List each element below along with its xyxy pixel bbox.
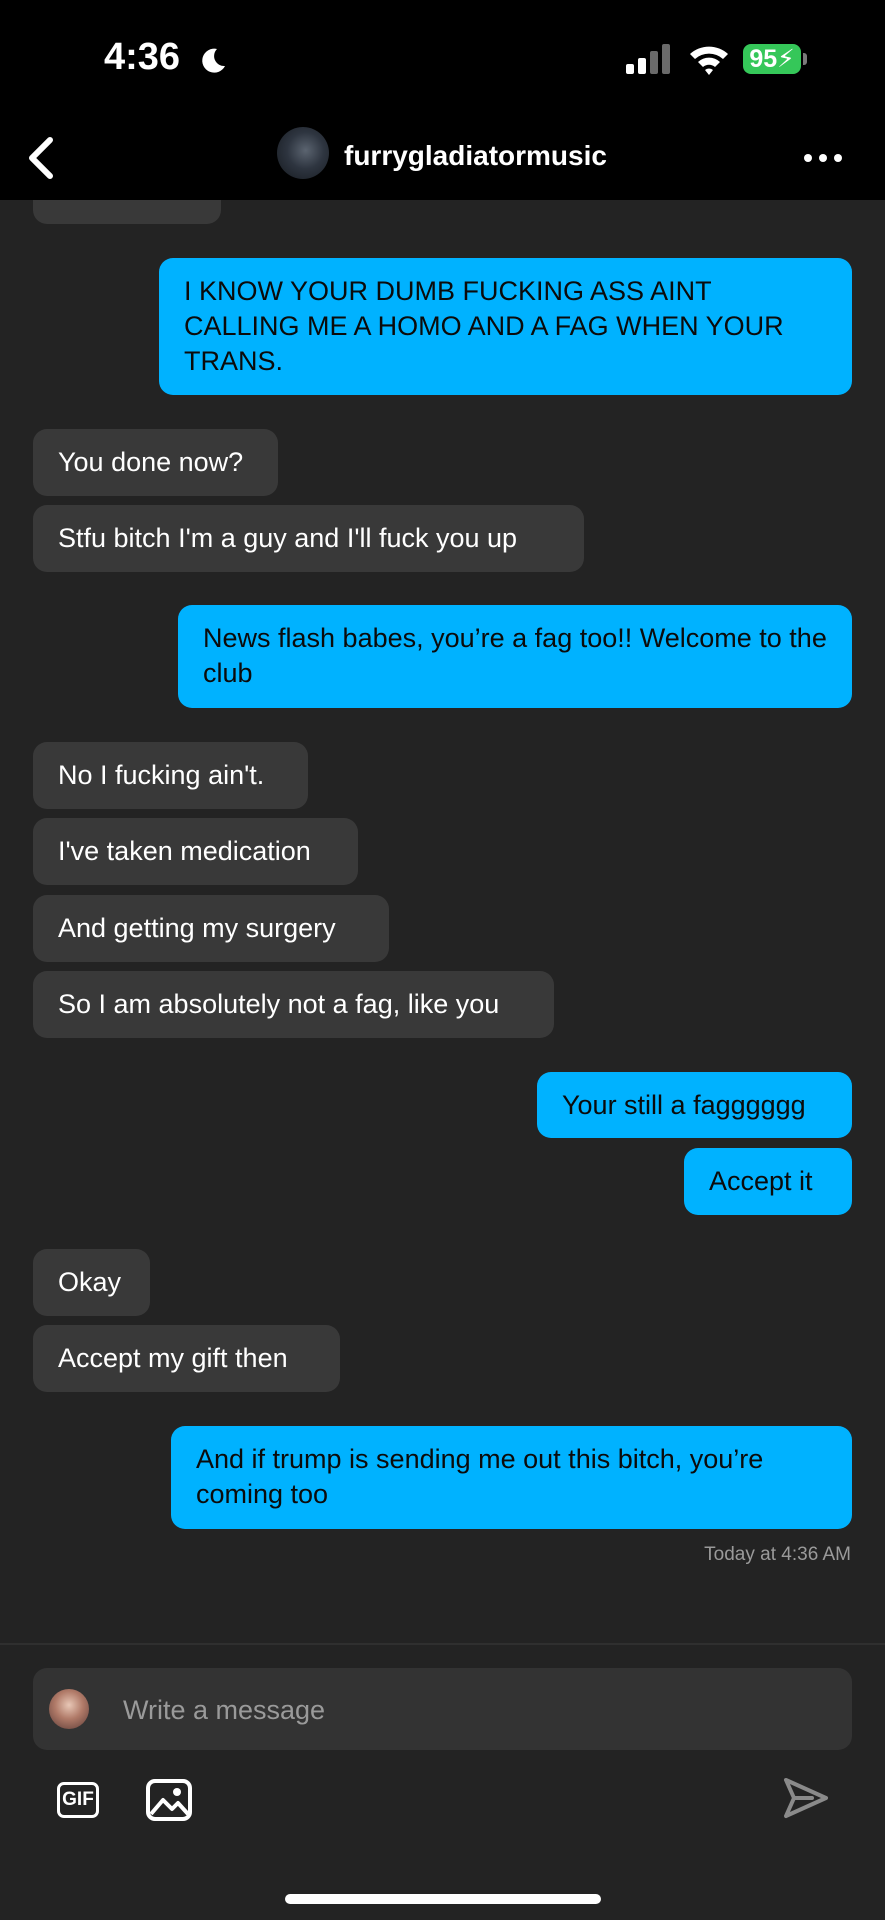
battery-cap: [803, 53, 807, 65]
cellular-signal-icon: [626, 44, 670, 74]
message-received: [33, 200, 221, 224]
message-received: I've taken medication: [33, 818, 358, 885]
status-time: 4:36: [104, 36, 181, 78]
message-list[interactable]: I KNOW YOUR DUMB FUCKING ASS AINT CALLIN…: [0, 200, 885, 1642]
home-indicator: [285, 1894, 601, 1904]
status-bar: 4:36 95⚡: [0, 0, 885, 118]
message-sent: And if trump is sending me out this bitc…: [171, 1426, 852, 1529]
message-received: So I am absolutely not a fag, like you: [33, 971, 554, 1038]
battery-level: 95: [749, 45, 778, 73]
image-icon[interactable]: [145, 1778, 193, 1822]
wifi-icon: [690, 46, 728, 75]
message-received: Accept my gift then: [33, 1325, 340, 1392]
message-input[interactable]: [121, 1668, 825, 1752]
own-avatar: [49, 1689, 89, 1729]
message-timestamp: Today at 4:36 AM: [704, 1544, 851, 1565]
message-received: No I fucking ain't.: [33, 742, 308, 809]
moon-icon: [202, 48, 225, 73]
message-sent: News flash babes, you’re a fag too!! Wel…: [178, 605, 852, 708]
conversation-header: furrygladiatormusic: [0, 118, 885, 200]
charging-bolt-icon: ⚡: [777, 45, 795, 73]
send-icon[interactable]: [782, 1776, 830, 1820]
battery-indicator: 95⚡: [743, 44, 801, 74]
chevron-left-icon[interactable]: [22, 134, 62, 182]
more-dots-icon[interactable]: [800, 138, 846, 178]
message-received: Stfu bitch I'm a guy and I'll fuck you u…: [33, 505, 584, 572]
message-sent: I KNOW YOUR DUMB FUCKING ASS AINT CALLIN…: [159, 258, 852, 395]
contact-username[interactable]: furrygladiatormusic: [344, 140, 607, 172]
message-composer[interactable]: [33, 1668, 852, 1752]
message-sent: Your still a fagggggg: [537, 1072, 852, 1138]
message-received: Okay: [33, 1249, 150, 1316]
composer-divider: [0, 1643, 885, 1645]
message-received: You done now?: [33, 429, 278, 496]
message-sent: Accept it: [684, 1148, 852, 1215]
message-received: And getting my surgery: [33, 895, 389, 962]
gif-button[interactable]: GIF: [57, 1782, 99, 1818]
contact-avatar[interactable]: [277, 127, 329, 179]
